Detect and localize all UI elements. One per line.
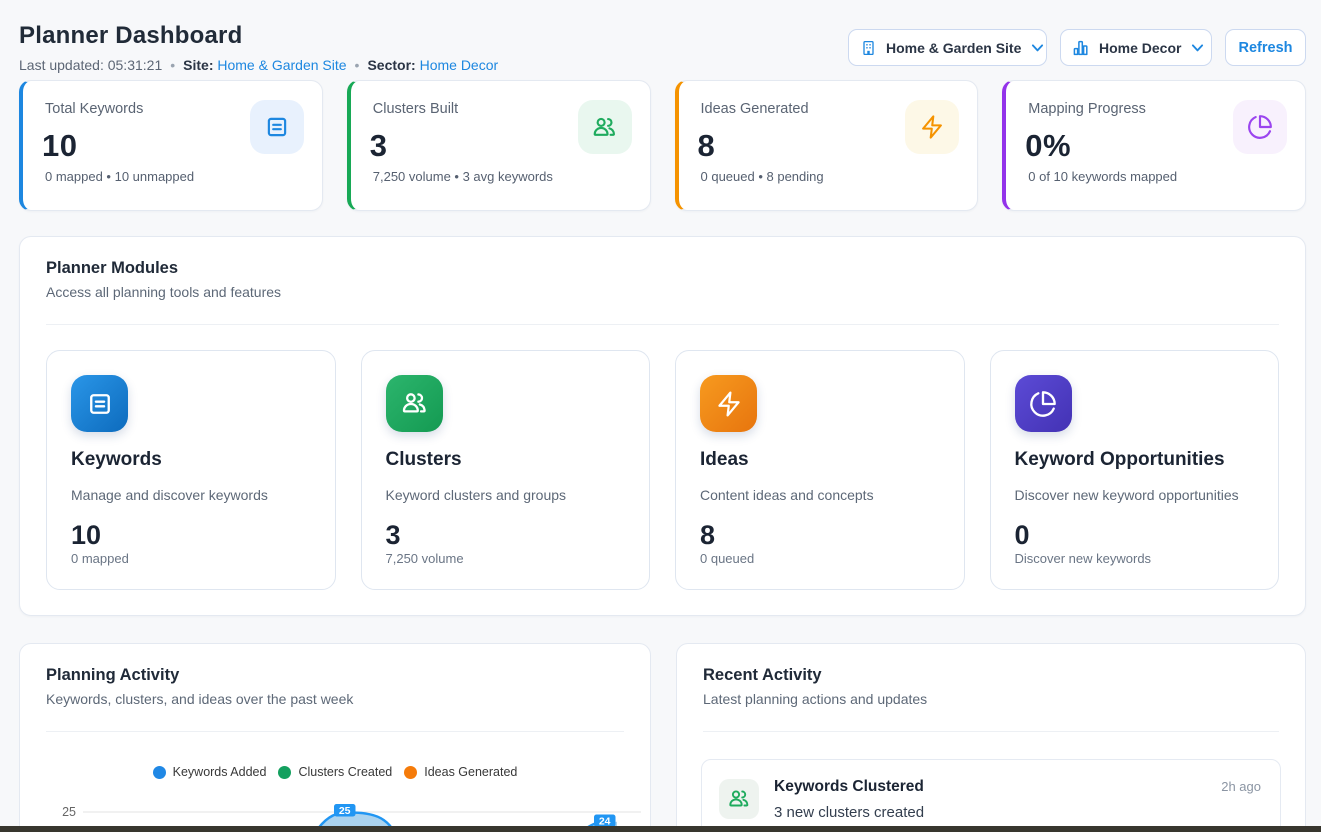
svg-text:25: 25 — [62, 805, 76, 819]
svg-text:25: 25 — [339, 805, 351, 817]
